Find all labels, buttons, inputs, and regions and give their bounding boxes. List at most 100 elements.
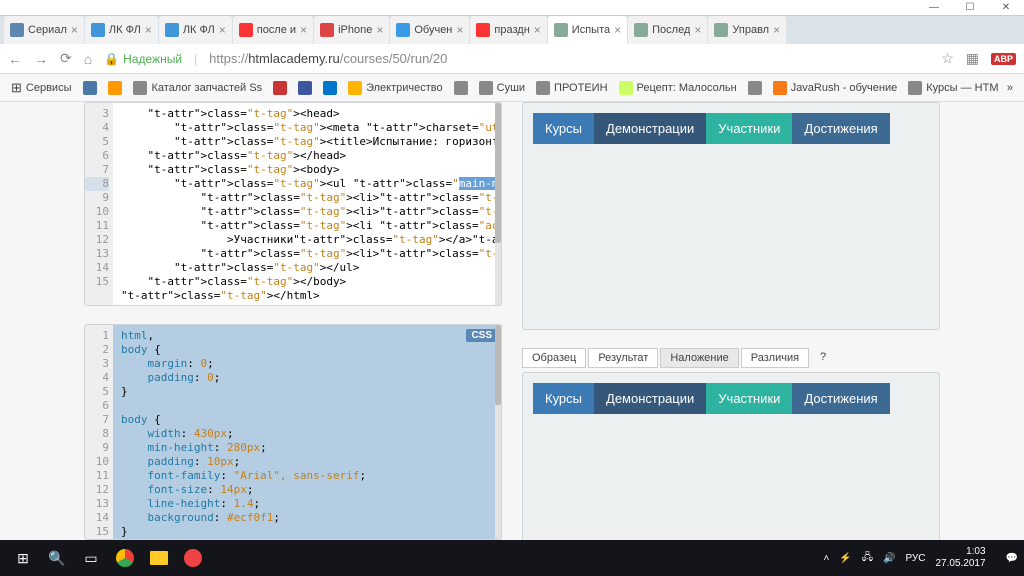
bookmark-item[interactable]: Суши [476,79,528,97]
search-button[interactable]: 🔍 [40,540,74,576]
bookmark-item[interactable] [80,79,100,97]
bookmark-favicon [133,81,147,95]
tab-close[interactable]: × [145,23,152,37]
back-button[interactable]: ← [8,51,22,67]
forward-button[interactable]: → [34,51,48,67]
preview-top: КурсыДемонстрацииУчастникиДостижения [522,102,940,330]
bookmark-item[interactable]: ПРОТЕИН [533,79,610,97]
taskbar: ⊞ 🔍 ▭ ˄ ⚡ 🖧 🔊 РУС 1:03 27.05.2017 💬 [0,540,1024,576]
tab-favicon [10,23,24,37]
browser-tab[interactable]: ЛК ФЛ× [159,16,232,44]
tab-close[interactable]: × [300,23,307,37]
result-tab[interactable]: ? [811,348,835,368]
bookmark-label: Каталог запчастей Ss [151,82,262,94]
result-tab[interactable]: Наложение [660,348,738,368]
tab-close[interactable]: × [773,23,780,37]
bookmark-item[interactable]: Курсы — HTML Acad [905,79,998,97]
html-editor[interactable]: 3456789101112131415 "t-attr">class="t-ta… [84,102,502,306]
scrollbar[interactable] [495,325,501,539]
menu-item[interactable]: Участники [706,383,792,414]
clock-date: 27.05.2017 [935,558,985,570]
css-code[interactable]: html, body { margin: 0; padding: 0; } bo… [113,325,501,539]
tray-chevron-icon[interactable]: ˄ [824,553,830,564]
explorer-icon[interactable] [142,540,176,576]
bookmark-item[interactable]: JavaRush - обучение [770,79,901,97]
opera-icon[interactable] [176,540,210,576]
tray-power-icon[interactable]: ⚡ [839,553,851,564]
divider: | [194,52,197,66]
close-button[interactable]: ✕ [988,0,1024,16]
tab-close[interactable]: × [456,23,463,37]
browser-tab[interactable]: Управл × [708,16,786,44]
menu-item[interactable]: Участники [706,113,792,144]
bookmark-item[interactable] [270,79,290,97]
css-editor[interactable]: 12345678910111213141516171819 html, body… [84,324,502,540]
browser-tab[interactable]: Сериал× [4,16,84,44]
result-panel: ОбразецРезультатНаложениеРазличия? Курсы… [522,348,940,540]
security-indicator[interactable]: 🔒 Надежный [104,52,182,66]
bookmark-favicon [619,81,633,95]
bookmark-item[interactable] [105,79,125,97]
abp-icon[interactable]: ABP [991,53,1016,65]
tab-favicon [320,23,334,37]
bookmark-item[interactable] [451,79,471,97]
bookmark-favicon [348,81,362,95]
maximize-button[interactable]: ☐ [952,0,988,16]
taskview-button[interactable]: ▭ [74,540,108,576]
bookmark-item[interactable] [295,79,315,97]
tab-close[interactable]: × [219,23,226,37]
tab-label: Послед [652,24,690,36]
reload-button[interactable]: ⟳ [60,50,72,67]
scrollbar[interactable] [495,103,501,305]
html-gutter: 3456789101112131415 [85,103,113,305]
tab-close[interactable]: × [694,23,701,37]
browser-tab[interactable]: Послед × [628,16,707,44]
menu-item[interactable]: Демонстрации [594,113,706,144]
tab-close[interactable]: × [71,23,78,37]
minimize-button[interactable]: — [916,0,952,16]
bookmark-item[interactable] [745,79,765,97]
bookmark-item[interactable]: Каталог запчастей Ss [130,79,265,97]
apps-button[interactable]: ⊞ Сервисы [8,78,74,98]
menu-item[interactable]: Достижения [792,113,889,144]
bookmark-favicon [323,81,337,95]
browser-tab[interactable]: Испыта× [548,16,627,44]
chrome-icon[interactable] [108,540,142,576]
start-button[interactable]: ⊞ [6,540,40,576]
notifications-icon[interactable]: 💬 [1006,553,1018,564]
tab-label: Управл [732,24,769,36]
tray-volume-icon[interactable]: 🔊 [883,553,895,564]
bookmark-label: Суши [497,82,525,94]
bookmark-item[interactable] [320,79,340,97]
tab-close[interactable]: × [614,23,621,37]
menu-item[interactable]: Достижения [792,383,889,414]
menu-item[interactable]: Курсы [533,383,594,414]
url-input[interactable]: https://htmlacademy.ru/courses/50/run/20 [209,51,929,66]
bookmarks-bar: ⊞ Сервисы Каталог запчастей Ss Электричес… [0,74,1024,102]
home-button[interactable]: ⌂ [84,51,92,67]
extension-icon[interactable]: ▦ [966,50,979,67]
menu-item[interactable]: Курсы [533,113,594,144]
html-code[interactable]: "t-attr">class="t-tag"><head> "t-attr">c… [113,103,501,306]
menu-item[interactable]: Демонстрации [594,383,706,414]
browser-tab[interactable]: праздн× [470,16,546,44]
tab-close[interactable]: × [534,23,541,37]
tray-network-icon[interactable]: 🖧 [862,550,873,567]
tab-favicon [714,23,728,37]
browser-tab[interactable]: iPhone× [314,16,389,44]
browser-tab[interactable]: после и× [233,16,313,44]
browser-tab[interactable]: Обучен× [390,16,469,44]
result-tab[interactable]: Результат [588,348,658,368]
bookmark-item[interactable]: Рецепт: Малосольн [616,79,740,97]
url-path: /courses/50/run/20 [340,51,448,66]
bookmark-item[interactable]: Электричество [345,79,446,97]
tray-lang[interactable]: РУС [905,553,925,564]
result-tab[interactable]: Различия [741,348,809,368]
bookmarks-more[interactable]: » [1004,80,1016,96]
result-tab[interactable]: Образец [522,348,586,368]
bookmark-favicon [536,81,550,95]
star-button[interactable]: ☆ [941,50,954,67]
tab-close[interactable]: × [376,23,383,37]
clock[interactable]: 1:03 27.05.2017 [935,546,995,570]
browser-tab[interactable]: ЛК ФЛ× [85,16,158,44]
